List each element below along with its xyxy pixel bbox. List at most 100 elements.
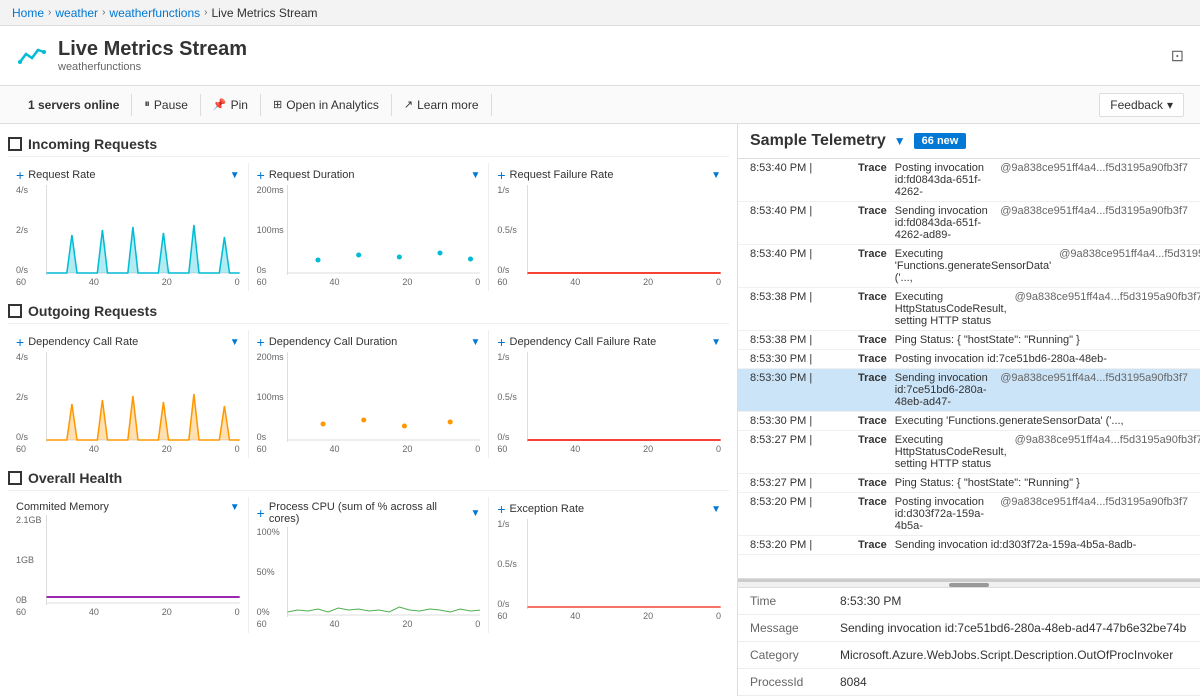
app-icon — [16, 40, 48, 72]
telemetry-list-item[interactable]: 8:53:30 PM | Trace Sending invocation id… — [738, 369, 1200, 412]
telemetry-row-time: 8:53:20 PM | — [750, 539, 850, 551]
telemetry-row-type: Trace — [858, 434, 887, 446]
dependency-rate-area: 4/s 2/s 0/s — [16, 352, 240, 442]
plus-icon: + — [257, 505, 265, 521]
toolbar: 1 servers online ⏸ Pause 📌 Pin ⊞ Open in… — [0, 86, 1200, 124]
detail-category-row: Category Microsoft.Azure.WebJobs.Script.… — [738, 642, 1200, 669]
memory-area: 2.1GB 1GB 0B — [16, 515, 240, 605]
telemetry-row-id: @9a838ce951ff4a4...f5d3195a90fb3f7 — [1000, 162, 1188, 174]
filter-icon[interactable]: ▼ — [470, 337, 480, 348]
learn-more-button[interactable]: ↗ Learn more — [392, 94, 492, 116]
filter-icon[interactable]: ▼ — [711, 337, 721, 348]
filter-icon[interactable]: ▼ — [230, 502, 240, 513]
telemetry-list-item[interactable]: 8:53:40 PM | Trace Sending invocation id… — [738, 202, 1200, 245]
telemetry-list-item[interactable]: 8:53:20 PM | Trace Sending invocation id… — [738, 536, 1200, 555]
section-collapse-icon[interactable] — [8, 137, 22, 151]
detail-table: Time 8:53:30 PM Message Sending invocati… — [738, 588, 1200, 696]
plus-icon: + — [497, 167, 505, 183]
exception-chart: + Exception Rate ▼ 1/s 0.5/s 0/s — [489, 497, 729, 633]
pin-button[interactable]: 📌 Pin — [201, 94, 261, 116]
health-section-header: Overall Health — [8, 466, 729, 491]
request-failure-area: 1/s 0.5/s 0/s — [497, 185, 721, 275]
plus-icon: + — [257, 167, 265, 183]
request-duration-area: 200ms 100ms 0s — [257, 185, 481, 275]
plus-icon: + — [16, 334, 24, 350]
telemetry-row-type: Trace — [858, 353, 887, 365]
telemetry-list-item[interactable]: 8:53:38 PM | Trace Executing HttpStatusC… — [738, 288, 1200, 331]
telemetry-row-type: Trace — [858, 477, 887, 489]
request-rate-chart: + Request Rate ▼ 4/s 2/s 0/s — [8, 163, 249, 291]
incoming-requests-section: Incoming Requests + Request Rate ▼ 4/s 2… — [8, 132, 729, 291]
pause-button[interactable]: ⏸ Pause — [132, 94, 201, 116]
overall-health-section: Overall Health Commited Memory ▼ 2.1GB 1… — [8, 466, 729, 633]
plus-icon: + — [497, 501, 505, 517]
page-title: Live Metrics Stream — [58, 38, 247, 61]
section-collapse-icon[interactable] — [8, 471, 22, 485]
detail-processid-value: 8084 — [828, 669, 1200, 696]
telemetry-row-id: @9a838ce951ff4a4...f5d3195a90fb3f7 — [1000, 372, 1188, 384]
request-failure-label: + Request Failure Rate ▼ — [497, 167, 721, 183]
detail-time-key: Time — [738, 588, 828, 615]
telemetry-row-msg: Executing 'Functions.generateSensorData'… — [895, 248, 1051, 284]
telemetry-list-item[interactable]: 8:53:38 PM | Trace Ping Status: { "hostS… — [738, 331, 1200, 350]
filter-icon[interactable]: ▼ — [230, 170, 240, 181]
filter-icon[interactable]: ▼ — [470, 170, 480, 181]
telemetry-list-item[interactable]: 8:53:30 PM | Trace Executing 'Functions.… — [738, 412, 1200, 431]
telemetry-list-item[interactable]: 8:53:30 PM | Trace Posting invocation id… — [738, 350, 1200, 369]
telemetry-row-time: 8:53:40 PM | — [750, 248, 850, 260]
section-collapse-icon[interactable] — [8, 304, 22, 318]
telemetry-row-id: @9a838ce951ff4a4...f5d3195a90fb3f7 — [1000, 496, 1188, 508]
telemetry-row-type: Trace — [858, 162, 887, 174]
feedback-button[interactable]: Feedback ▾ — [1099, 93, 1184, 117]
outgoing-requests-section: Outgoing Requests + Dependency Call Rate… — [8, 299, 729, 458]
outgoing-charts: + Dependency Call Rate ▼ 4/s 2/s 0/s — [8, 330, 729, 458]
cpu-area: 100% 50% 0% — [257, 527, 481, 617]
telemetry-list-item[interactable]: 8:53:40 PM | Trace Posting invocation id… — [738, 159, 1200, 202]
telemetry-row-time: 8:53:30 PM | — [750, 353, 850, 365]
dependency-failure-chart: + Dependency Call Failure Rate ▼ 1/s 0.5… — [489, 330, 729, 458]
plus-icon: + — [257, 334, 265, 350]
filter-icon[interactable]: ▼ — [711, 504, 721, 515]
telemetry-row-id: @9a838ce951ff4a4...f5d3195a90fb3f7 — [1059, 248, 1189, 260]
telemetry-list[interactable]: 8:53:40 PM | Trace Posting invocation id… — [738, 159, 1200, 579]
incoming-section-title: Incoming Requests — [28, 136, 157, 152]
telemetry-row-msg: Executing HttpStatusCodeResult, setting … — [895, 291, 1007, 327]
dependency-duration-label: + Dependency Call Duration ▼ — [257, 334, 481, 350]
telemetry-row-msg: Executing 'Functions.generateSensorData'… — [895, 415, 1188, 427]
telemetry-row-msg: Sending invocation id:d303f72a-159a-4b5a… — [895, 539, 1188, 551]
pin-icon: 📌 — [213, 98, 227, 111]
breadcrumb: Home › weather › weatherfunctions › Live… — [0, 0, 1200, 26]
telemetry-list-item[interactable]: 8:53:20 PM | Trace Posting invocation id… — [738, 493, 1200, 536]
health-section-title: Overall Health — [28, 470, 122, 486]
filter-icon[interactable]: ▼ — [711, 170, 721, 181]
telemetry-filter-icon[interactable]: ▼ — [894, 134, 906, 148]
filter-icon[interactable]: ▼ — [230, 337, 240, 348]
filter-icon[interactable]: ▼ — [470, 508, 480, 519]
telemetry-row-msg: Ping Status: { "hostState": "Running" } — [895, 477, 1188, 489]
telemetry-list-item[interactable]: 8:53:27 PM | Trace Executing HttpStatusC… — [738, 431, 1200, 474]
telemetry-row-time: 8:53:30 PM | — [750, 415, 850, 427]
request-duration-chart: + Request Duration ▼ 200ms 100ms 0s — [249, 163, 490, 291]
breadcrumb-weather[interactable]: weather — [55, 6, 98, 20]
breadcrumb-weatherfunctions[interactable]: weatherfunctions — [109, 6, 200, 20]
request-failure-chart: + Request Failure Rate ▼ 1/s 0.5/s 0/s — [489, 163, 729, 291]
open-analytics-button[interactable]: ⊞ Open in Analytics — [261, 94, 392, 116]
telemetry-row-id: @9a838ce951ff4a4...f5d3195a90fb3f7 — [1015, 291, 1188, 303]
telemetry-row-msg: Ping Status: { "hostState": "Running" } — [895, 334, 1188, 346]
pin-icon[interactable]: ⊡ — [1171, 46, 1184, 66]
incoming-charts: + Request Rate ▼ 4/s 2/s 0/s — [8, 163, 729, 291]
telemetry-row-time: 8:53:20 PM | — [750, 496, 850, 508]
request-rate-label: + Request Rate ▼ — [16, 167, 240, 183]
request-duration-label: + Request Duration ▼ — [257, 167, 481, 183]
telemetry-list-item[interactable]: 8:53:40 PM | Trace Executing 'Functions.… — [738, 245, 1200, 288]
exception-area: 1/s 0.5/s 0/s — [497, 519, 721, 609]
telemetry-row-type: Trace — [858, 415, 887, 427]
telemetry-row-time: 8:53:38 PM | — [750, 291, 850, 303]
breadcrumb-home[interactable]: Home — [12, 6, 44, 20]
telemetry-list-item[interactable]: 8:53:27 PM | Trace Ping Status: { "hostS… — [738, 474, 1200, 493]
plus-icon: + — [16, 167, 24, 183]
dependency-failure-label: + Dependency Call Failure Rate ▼ — [497, 334, 721, 350]
telemetry-row-type: Trace — [858, 248, 887, 260]
cpu-label: + Process CPU (sum of % across all cores… — [257, 501, 481, 525]
plus-icon: + — [497, 334, 505, 350]
